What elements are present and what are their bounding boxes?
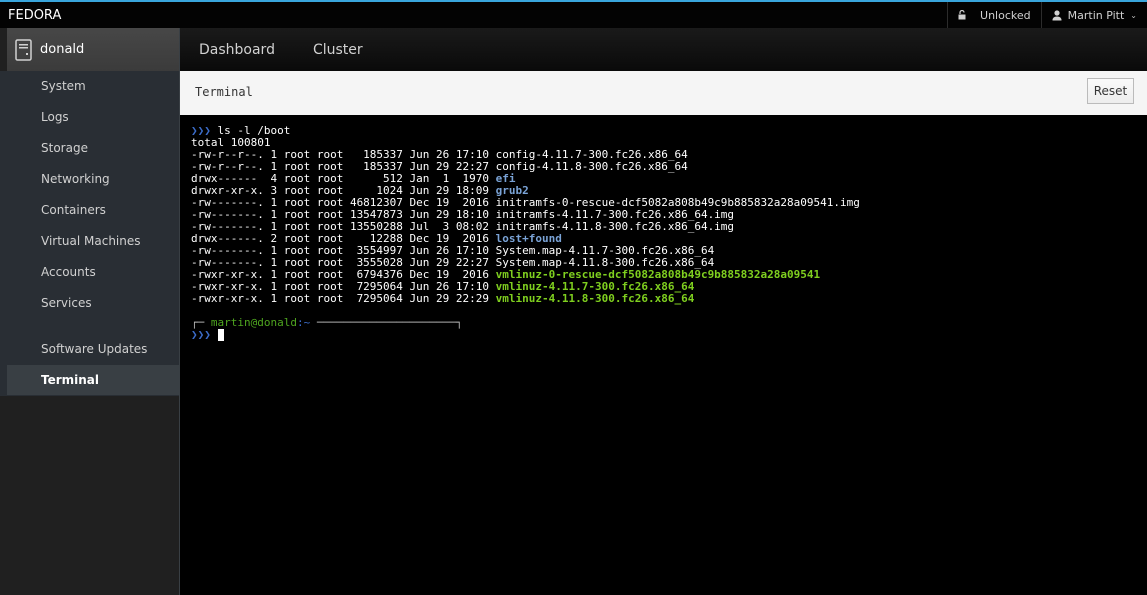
- listing-row: -rwxr-xr-x. 1 root root 7295064 Jun 29 2…: [191, 293, 1147, 305]
- command-line: ❯❯❯ ls -l /boot: [191, 125, 1147, 137]
- sidebar-item-networking[interactable]: Networking: [7, 164, 179, 194]
- sidebar-item-virtual-machines[interactable]: Virtual Machines: [7, 226, 179, 256]
- prompt-header: ┌─ martin@donald:~ ─────────────────────…: [191, 317, 1147, 329]
- unlock-icon: [958, 10, 966, 20]
- reset-button[interactable]: Reset: [1087, 78, 1134, 104]
- entry-meta: -rwxr-xr-x. 1 root root 7295064 Jun 29 2…: [191, 292, 496, 305]
- sidebar-item-system[interactable]: System: [7, 71, 179, 101]
- sidebar-item-accounts[interactable]: Accounts: [7, 257, 179, 287]
- top-bar: FEDORA Unlocked Martin Pitt ⌄: [0, 0, 1147, 28]
- prompt-symbol: ❯❯❯: [191, 328, 211, 341]
- prompt-rule: ─────────────────────┐: [310, 316, 463, 329]
- sidebar-item-terminal[interactable]: Terminal: [7, 365, 179, 395]
- sidebar-item-label: Terminal: [41, 373, 100, 387]
- user-host: martin@donald: [210, 316, 297, 329]
- page-title: Terminal: [195, 85, 253, 99]
- sidebar-item-label: Storage: [41, 141, 88, 155]
- sidebar-item-containers[interactable]: Containers: [7, 195, 179, 225]
- terminal-screen[interactable]: ❯❯❯ ls -l /boot total 100801 -rw-r--r--. 1…: [180, 115, 1147, 595]
- tab-cluster[interactable]: Cluster: [294, 42, 382, 58]
- sidebar-item-label: Logs: [41, 110, 69, 124]
- sidebar-nav: System Logs Storage Networking Container…: [0, 71, 179, 396]
- sidebar-item-label: Networking: [41, 172, 110, 186]
- main-nav: Dashboard Cluster: [180, 28, 1147, 71]
- sidebar-item-label: Containers: [41, 203, 106, 217]
- sidebar-item-label: Services: [41, 296, 92, 310]
- host-switcher[interactable]: donald: [7, 28, 179, 71]
- user-icon: [1052, 9, 1062, 20]
- brand-logo: FEDORA: [8, 8, 62, 23]
- sidebar-item-label: System: [41, 79, 86, 93]
- cwd: :~: [296, 316, 311, 329]
- sidebar: donald System Logs Storage Networking Co…: [0, 28, 180, 595]
- tab-dashboard[interactable]: Dashboard: [180, 42, 294, 58]
- entry-name: vmlinuz-4.11.8-300.fc26.x86_64: [495, 292, 695, 305]
- user-menu-button[interactable]: Martin Pitt ⌄: [1040, 2, 1147, 28]
- sidebar-item-services[interactable]: Services: [7, 288, 179, 318]
- text-cursor: [217, 329, 224, 341]
- entry-name: config-4.11.8-300.fc26.x86_64: [495, 160, 688, 173]
- input-line[interactable]: ❯❯❯: [191, 329, 1147, 341]
- user-name-label: Martin Pitt: [1067, 8, 1125, 22]
- sidebar-item-storage[interactable]: Storage: [7, 133, 179, 163]
- sidebar-item-label: Software Updates: [41, 342, 148, 356]
- chevron-down-icon: ⌄: [1130, 10, 1137, 20]
- lock-status-button[interactable]: Unlocked: [947, 2, 1041, 28]
- sidebar-item-logs[interactable]: Logs: [7, 102, 179, 132]
- lock-status-label: Unlocked: [980, 8, 1031, 22]
- sidebar-item-label: Virtual Machines: [41, 234, 141, 248]
- topbar-right: Unlocked Martin Pitt ⌄: [947, 2, 1147, 28]
- listing: -rw-r--r--. 1 root root 185337 Jun 26 17…: [191, 149, 1147, 305]
- sidebar-item-label: Accounts: [41, 265, 96, 279]
- server-icon: [15, 38, 32, 61]
- terminal-toolbar: Terminal Reset: [180, 71, 1147, 115]
- sidebar-item-software-updates[interactable]: Software Updates: [7, 334, 179, 364]
- host-name: donald: [40, 42, 85, 57]
